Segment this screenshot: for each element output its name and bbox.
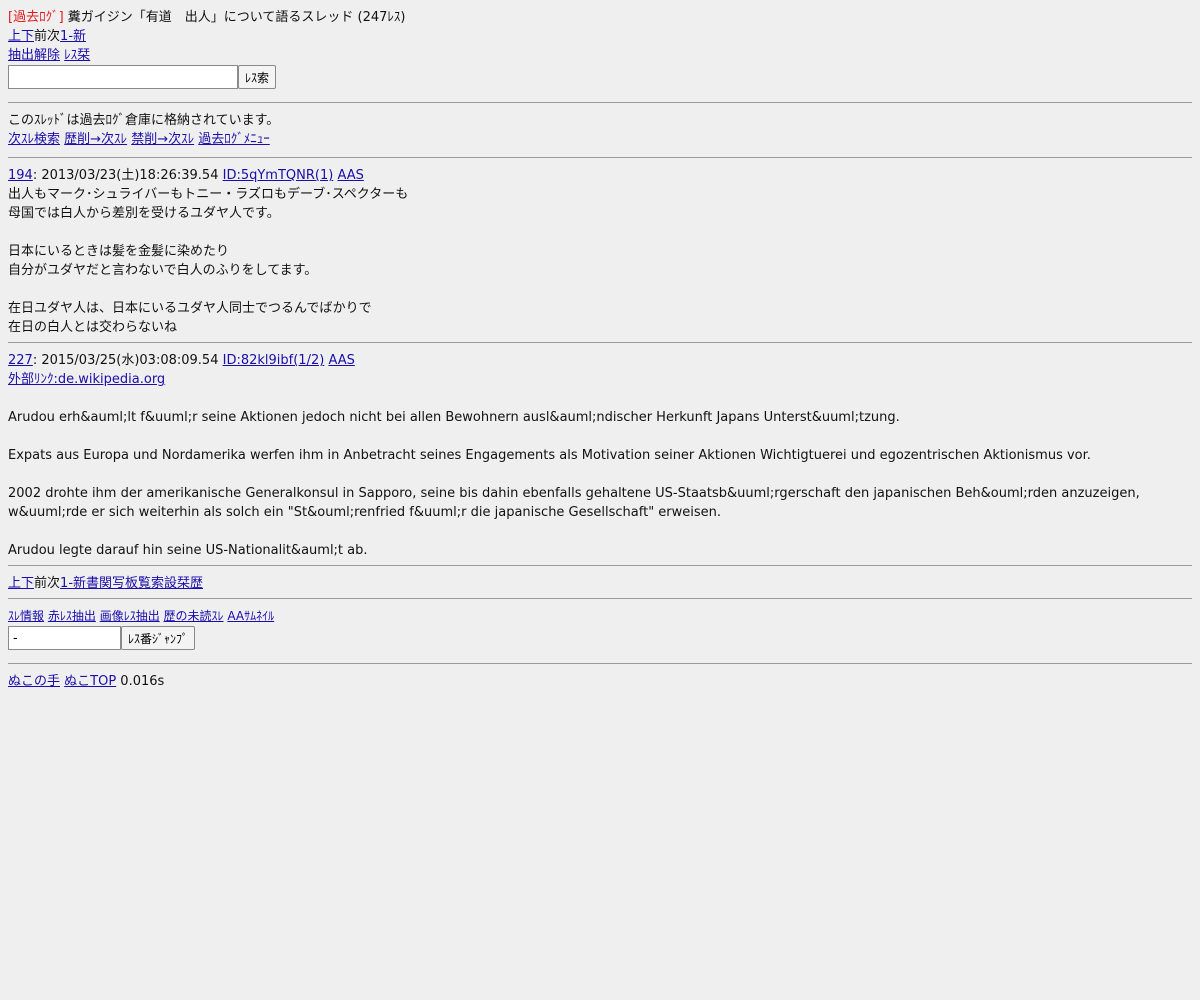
post-line [8,427,1192,446]
nav-down-link[interactable]: 下 [21,576,34,591]
unread-history-link[interactable]: 歴の未読ｽﾚ [164,609,224,623]
archive-notice: このｽﾚｯﾄﾞは過去ﾛｸﾞ倉庫に格納されています。 次ｽﾚ検索 歴削→次ｽﾚ 禁… [8,111,1192,149]
post: 194: 2013/03/23(土)18:26:39.54 ID:5qYmTQN… [8,166,1192,337]
post-number-link[interactable]: 227 [8,353,33,368]
post-line [8,223,1192,242]
archive-links: 次ｽﾚ検索 歴削→次ｽﾚ 禁削→次ｽﾚ 過去ﾛｸﾞﾒﾆｭｰ [8,130,1192,149]
divider [8,663,1192,664]
nav-down-link[interactable]: 下 [21,29,34,44]
post: 227: 2015/03/25(水)03:08:09.54 ID:82kl9ib… [8,351,1192,560]
post-line [8,389,1192,408]
aa-thumbnail-link[interactable]: AAｻﾑﾈｲﾙ [227,609,274,623]
nav-prev-next-text: 前次 [34,576,61,591]
post-header: 227: 2015/03/25(水)03:08:09.54 ID:82kl9ib… [8,351,1192,370]
page: [過去ﾛｸﾞ] 糞ガイジン「有道 出人」について語るスレッド (247ﾚｽ) 上… [0,0,1200,691]
divider [8,157,1192,158]
archive-menu-link[interactable]: 過去ﾛｸﾞﾒﾆｭｰ [198,132,270,147]
red-res-extract-link[interactable]: 赤ﾚｽ抽出 [48,609,96,623]
post-line: 在日の白人とは交わらないね [8,320,178,335]
res-number-input[interactable] [8,626,121,650]
top-navigation: 上下前次1-新 [8,27,1192,46]
post-line [8,465,1192,484]
nav-up-link[interactable]: 上 [8,29,21,44]
divider [8,598,1192,599]
history-delete-next-link[interactable]: 歴削→次ｽﾚ [64,132,127,147]
search-button[interactable]: ﾚｽ索 [238,65,277,89]
render-time: 0.016s [116,674,165,689]
post-line: Expats aus Europa und Nordamerika werfen… [8,448,1091,463]
filter-links: 抽出解除 ﾚｽ栞 [8,46,1192,65]
post-date: : 2013/03/23(土)18:26:39.54 [32,168,223,183]
kako-log-tag[interactable]: [過去ﾛｸﾞ] [8,10,64,25]
footer: ぬこの手 ぬこTOP 0.016s [8,672,1192,691]
nuko-hand-link[interactable]: ぬこの手 [8,674,60,689]
post-id-link[interactable]: ID:82kl9ibf(1/2) [223,353,325,368]
post-line: 在日ユダヤ人は、日本にいるユダヤ人同士でつるんでばかりで [8,301,372,316]
next-thread-search-link[interactable]: 次ｽﾚ検索 [8,132,60,147]
post-number-link[interactable]: 194 [8,168,33,183]
nuko-top-link[interactable]: ぬこTOP [64,674,116,689]
thread-header: [過去ﾛｸﾞ] 糞ガイジン「有道 出人」について語るスレッド (247ﾚｽ) [8,8,1192,27]
divider [8,565,1192,566]
post-line: w&uuml;rde er sich weiterhin als solch e… [8,505,722,520]
post-line: 母国では白人から差別を受けるユダヤ人です。 [8,206,280,221]
post-body: 出人もマーク･シュライバーもトニー・ラズロもデーブ･スペクターも 母国では白人か… [8,185,1192,337]
ban-delete-next-link[interactable]: 禁削→次ｽﾚ [131,132,194,147]
jump-form: ﾚｽ番ｼﾞｬﾝﾌﾟ [8,626,1192,650]
post-id-link[interactable]: ID:5qYmTQNR(1) [223,168,334,183]
post-aas-link[interactable]: AAS [337,168,363,183]
nav-prev-next-text: 前次 [34,29,61,44]
tool-links: ｽﾚ情報 赤ﾚｽ抽出 画像ﾚｽ抽出 歴の未読ｽﾚ AAｻﾑﾈｲﾙ [8,607,1192,626]
post-line: 日本にいるときは髪を金髪に染めたり [8,244,230,259]
external-link-row: 外部ﾘﾝｸ:de.wikipedia.org [8,370,1192,389]
search-form: ﾚｽ索 [8,65,1192,89]
post-line [8,522,1192,541]
post-line [8,280,1192,299]
nav-menu-links[interactable]: 1-新書関写板覧索設栞歴 [60,576,203,591]
divider [8,342,1192,343]
archive-notice-text: このｽﾚｯﾄﾞは過去ﾛｸﾞ倉庫に格納されています。 [8,113,280,128]
filter-clear-link[interactable]: 抽出解除 [8,48,60,63]
image-res-extract-link[interactable]: 画像ﾚｽ抽出 [100,609,160,623]
post-line: 出人もマーク･シュライバーもトニー・ラズロもデーブ･スペクターも [8,187,409,202]
post-line: Arudou erh&auml;lt f&uuml;r seine Aktion… [8,410,900,425]
search-input[interactable] [8,65,238,89]
external-link[interactable]: 外部ﾘﾝｸ:de.wikipedia.org [8,372,165,387]
divider [8,102,1192,103]
post-line: Arudou legte darauf hin seine US-Nationa… [8,543,368,558]
post-date: : 2015/03/25(水)03:08:09.54 [32,353,223,368]
post-body: Arudou erh&auml;lt f&uuml;r seine Aktion… [8,389,1192,560]
nav-up-link[interactable]: 上 [8,576,21,591]
res-bookmark-link[interactable]: ﾚｽ栞 [64,48,90,63]
nav-range-link[interactable]: 1-新 [60,29,86,44]
post-line: 自分がユダヤだと言わないで白人のふりをしてます。 [8,263,318,278]
thread-title: 糞ガイジン「有道 出人」について語るスレッド (247ﾚｽ) [63,10,406,25]
thread-info-link[interactable]: ｽﾚ情報 [8,609,44,623]
post-header: 194: 2013/03/23(土)18:26:39.54 ID:5qYmTQN… [8,166,1192,185]
post-aas-link[interactable]: AAS [328,353,354,368]
bottom-navigation: 上下前次1-新書関写板覧索設栞歴 [8,574,1192,593]
res-jump-button[interactable]: ﾚｽ番ｼﾞｬﾝﾌﾟ [121,626,196,650]
post-line: 2002 drohte ihm der amerikanische Genera… [8,486,1140,501]
